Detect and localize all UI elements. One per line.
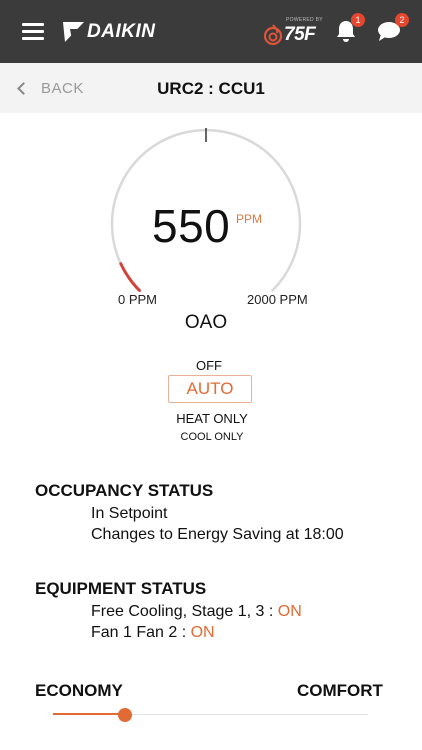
messages-button[interactable]: 2: [377, 13, 409, 42]
equipment-line-2-state: ON: [190, 624, 215, 641]
page-title: URC2 : CCU1: [157, 79, 265, 98]
75f-text: 75F: [284, 24, 316, 45]
occupancy-line-2: Changes to Energy Saving at 18:00: [91, 526, 344, 543]
occupancy-status-heading: OCCUPANCY STATUS: [35, 481, 214, 500]
75f-flame-logo: [263, 24, 283, 46]
gauge-min-label: 0 PPM: [118, 292, 158, 307]
sensor-name: OAO: [184, 312, 228, 333]
equipment-line-2-label: Fan 1 Fan 2 :: [91, 624, 191, 641]
gauge-fill: [119, 262, 141, 292]
economy-label: ECONOMY: [35, 681, 123, 700]
equipment-line-2: Fan 1 Fan 2 : ON: [91, 624, 215, 642]
equipment-line-1: Free Cooling, Stage 1, 3 : ON: [91, 603, 302, 621]
brand-name: DAIKIN: [87, 21, 156, 42]
messages-badge: 2: [395, 13, 409, 27]
menu-line: [22, 37, 44, 40]
menu-icon[interactable]: [22, 23, 44, 40]
notifications-badge: 1: [351, 13, 365, 27]
equipment-status-heading: EQUIPMENT STATUS: [35, 579, 207, 598]
economy-comfort-slider-fill: [53, 713, 126, 715]
equipment-line-1-label: Free Cooling, Stage 1, 3 :: [91, 603, 278, 620]
daikin-logo-mark: [63, 22, 84, 42]
mode-auto-option[interactable]: AUTO: [168, 375, 252, 403]
menu-line: [22, 23, 44, 26]
powered-by-text: POWERED BY: [286, 17, 323, 23]
mode-cool-only-option[interactable]: COOL ONLY: [0, 431, 422, 443]
mode-off-option[interactable]: OFF: [0, 358, 418, 373]
gauge-reading: 550: [152, 200, 231, 252]
gauge-max-label: 2000 PPM: [247, 292, 308, 307]
mode-heat-only-option[interactable]: HEAT ONLY: [0, 411, 422, 426]
gauge-unit: PPM: [236, 212, 263, 226]
app-header: DAIKIN POWERED BY 75F 1 2: [0, 0, 422, 63]
equipment-line-1-state: ON: [277, 603, 302, 620]
economy-comfort-slider-thumb[interactable]: [118, 708, 133, 722]
notifications-button[interactable]: 1: [335, 13, 365, 43]
occupancy-line-1: In Setpoint: [91, 505, 168, 522]
powered-by-75f: POWERED BY 75F: [262, 17, 326, 47]
comfort-label: COMFORT: [297, 681, 383, 700]
menu-line: [22, 30, 44, 33]
navigation-bar: BACK URC2 : CCU1: [0, 63, 422, 113]
